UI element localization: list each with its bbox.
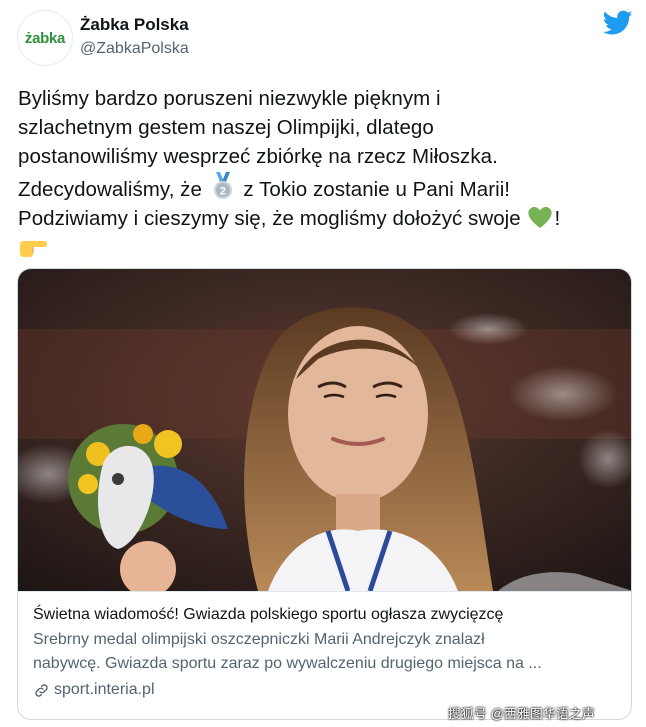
author-block: Żabka Polska @ZabkaPolska — [80, 14, 189, 60]
tweet-line-5-start: Podziwiamy i cieszymy się, że mogliśmy d… — [18, 207, 527, 230]
tweet-line-4-start: Zdecydowaliśmy, że — [18, 178, 208, 201]
card-description-line-1: Srebrny medal olimpijski oszczepniczki M… — [33, 631, 485, 648]
tweet-line-6 — [18, 233, 638, 262]
card-title[interactable]: Świetna wiadomość! Gwiazda polskiego spo… — [33, 604, 618, 626]
watermark: 搜狐号 @西雅图华语之声 — [448, 707, 596, 721]
card-domain-text[interactable]: sport.interia.pl — [54, 679, 155, 701]
avatar[interactable]: żabka — [17, 10, 73, 66]
zabka-logo: żabka — [24, 29, 66, 47]
tweet-line-1: Byliśmy bardzo poruszeni niezwykle piękn… — [18, 87, 441, 110]
card-domain[interactable]: sport.interia.pl — [33, 679, 618, 701]
tweet-line-5-end: ! — [554, 207, 561, 230]
svg-text:2: 2 — [220, 186, 226, 198]
green-heart-icon — [528, 206, 553, 228]
display-name[interactable]: Żabka Polska — [80, 14, 189, 36]
link-icon — [35, 683, 48, 697]
link-card[interactable]: Świetna wiadomość! Gwiazda polskiego spo… — [17, 268, 632, 720]
tweet-line-3: postanowiliśmy wesprzeć zbiórkę na rzecz… — [18, 145, 498, 168]
card-body[interactable]: Świetna wiadomość! Gwiazda polskiego spo… — [18, 591, 631, 719]
tweet-text: Byliśmy bardzo poruszeni niezwykle piękn… — [18, 84, 638, 262]
tweet-line-5: Podziwiamy i cieszymy się, że mogliśmy d… — [18, 204, 638, 233]
card-description-line-2: nabywcę. Gwiazda sportu zaraz po wywalcz… — [33, 655, 542, 672]
tweet-line-4: Zdecydowaliśmy, że 2 z Tokio zostanie u … — [18, 171, 638, 204]
tweet: żabka Żabka Polska @ZabkaPolska Byliśmy … — [0, 0, 646, 727]
user-handle[interactable]: @ZabkaPolska — [80, 38, 189, 60]
card-description: Srebrny medal olimpijski oszczepniczki M… — [33, 628, 618, 676]
second-place-medal-icon: 2 — [213, 172, 232, 199]
tweet-line-4-end: z Tokio zostanie u Pani Marii! — [237, 178, 511, 201]
twitter-bird-icon[interactable] — [603, 10, 633, 36]
tweet-line-2: szlachetnym gestem naszej Olimpijki, dla… — [18, 116, 434, 139]
pointing-right-icon — [20, 241, 47, 257]
card-image[interactable] — [18, 269, 631, 591]
